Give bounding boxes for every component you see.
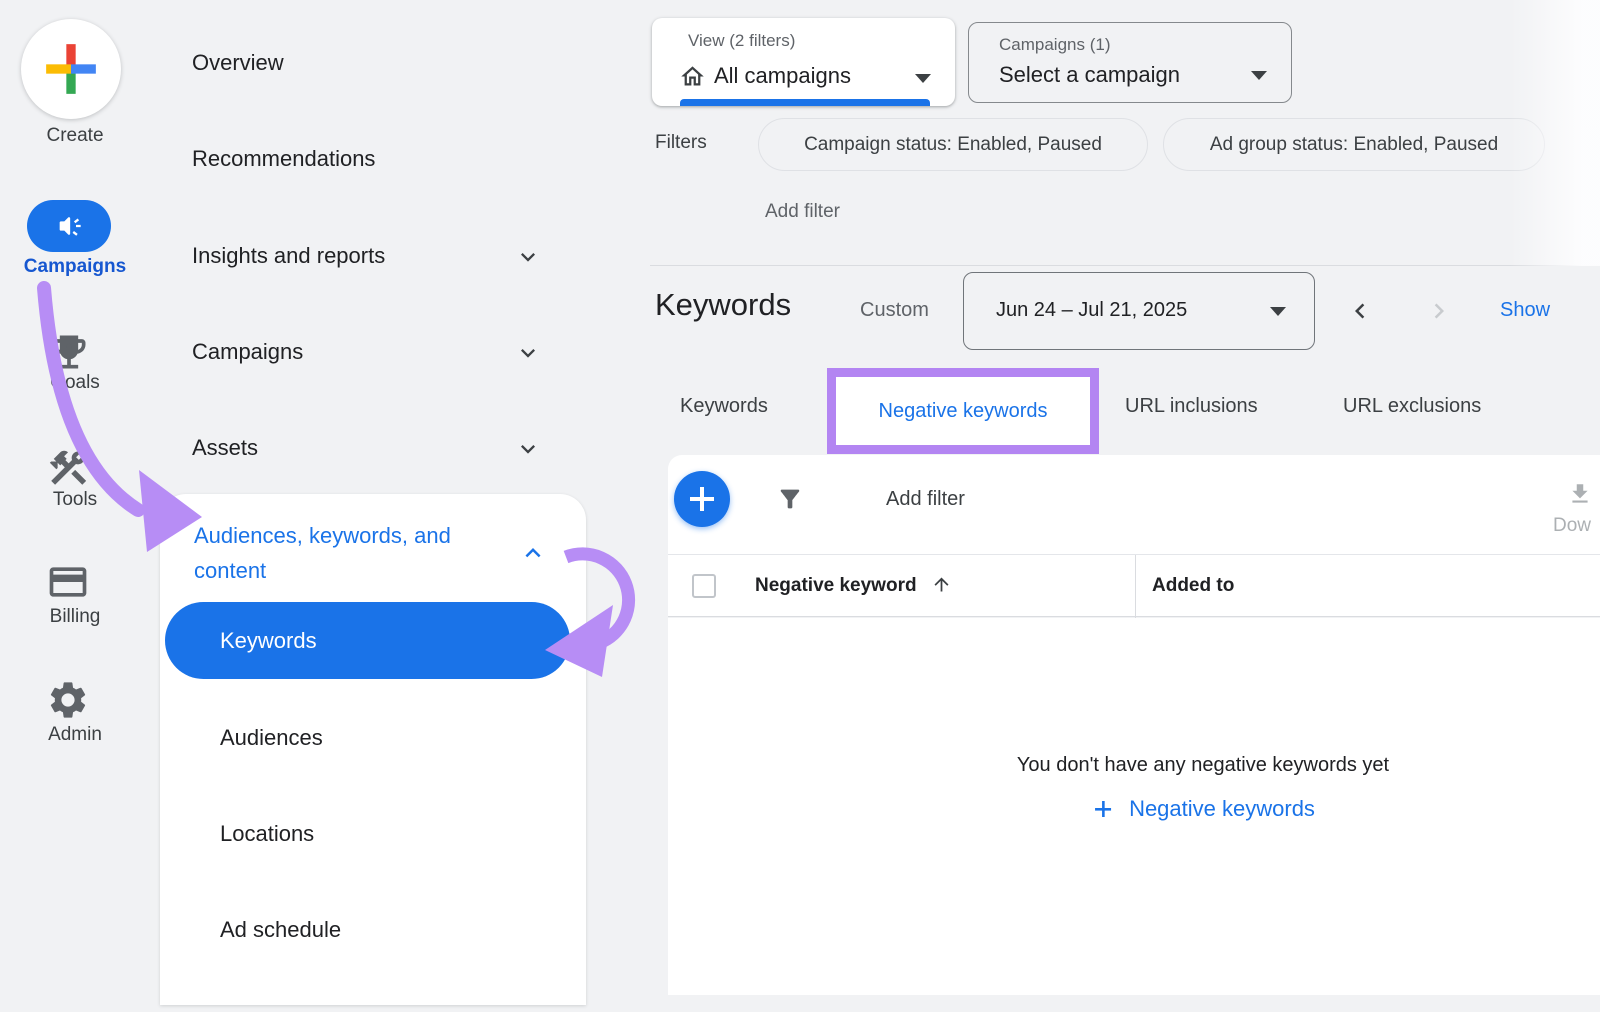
nav-item-audiences[interactable]: Audiences: [220, 725, 323, 751]
trophy-icon[interactable]: [47, 330, 91, 374]
nav-item-recommendations[interactable]: Recommendations: [192, 146, 375, 172]
date-preset-label: Custom: [860, 299, 929, 322]
dropdown-caret-icon: [1270, 307, 1286, 316]
view-picker-value: All campaigns: [714, 63, 851, 89]
view-picker-label: View (2 filters): [688, 31, 795, 51]
previous-period-button[interactable]: [1345, 296, 1375, 326]
campaign-picker-label: Campaigns (1): [999, 35, 1111, 55]
chevron-down-icon[interactable]: [514, 435, 542, 463]
google-plus-icon: [42, 40, 100, 98]
gear-icon[interactable]: [46, 678, 90, 722]
select-all-checkbox[interactable]: [692, 574, 716, 598]
filter-chip-ad-group-status[interactable]: Ad group status: Enabled, Paused: [1163, 118, 1545, 171]
show-link[interactable]: Show: [1500, 299, 1550, 322]
nav-item-keywords-selected[interactable]: Keywords: [165, 602, 570, 679]
tab-url-exclusions[interactable]: URL exclusions: [1343, 395, 1481, 418]
chevron-down-icon[interactable]: [514, 243, 542, 271]
empty-state-action-label: Negative keywords: [1129, 796, 1315, 822]
section-divider: [650, 265, 1600, 266]
add-filter-button[interactable]: Add filter: [886, 488, 965, 511]
download-icon: [1553, 481, 1593, 507]
download-button[interactable]: Dow: [1553, 473, 1593, 537]
home-icon: [679, 63, 706, 90]
rail-label-admin: Admin: [0, 724, 150, 746]
rail-item-campaigns[interactable]: [27, 200, 111, 252]
tab-url-inclusions[interactable]: URL inclusions: [1125, 395, 1258, 418]
expanded-nav-group: Audiences, keywords, and content Keyword…: [160, 494, 586, 1005]
campaign-picker-value: Select a campaign: [999, 62, 1180, 88]
nav-item-label: Keywords: [220, 628, 317, 654]
annotation-highlight-box: Negative keywords: [827, 368, 1099, 454]
create-button[interactable]: [21, 19, 121, 119]
rail-label-billing: Billing: [0, 606, 150, 628]
rail-label-campaigns: Campaigns: [0, 256, 150, 278]
page-title: Keywords: [655, 287, 791, 323]
nav-item-insights-reports[interactable]: Insights and reports: [192, 243, 385, 269]
table-body: You don't have any negative keywords yet…: [668, 618, 1600, 995]
add-filter-link[interactable]: Add filter: [765, 201, 840, 223]
filter-icon[interactable]: [776, 485, 804, 513]
chevron-down-icon[interactable]: [514, 339, 542, 367]
icon-rail: Create Campaigns Goals Tools Billing Adm…: [0, 0, 150, 1012]
chevron-up-icon[interactable]: [518, 538, 548, 568]
tab-negative-keywords[interactable]: Negative keywords: [836, 377, 1090, 445]
rail-label-create: Create: [0, 125, 150, 147]
filter-chip-campaign-status[interactable]: Campaign status: Enabled, Paused: [758, 118, 1148, 171]
table-toolbar: Add filter Dow: [668, 455, 1600, 554]
nav-item-assets[interactable]: Assets: [192, 435, 258, 461]
dropdown-caret-icon: [1251, 71, 1267, 80]
campaign-picker[interactable]: Campaigns (1) Select a campaign: [968, 22, 1292, 103]
date-range-value: Jun 24 – Jul 21, 2025: [996, 299, 1187, 322]
table-header: Negative keyword Added to: [668, 554, 1600, 617]
credit-card-icon[interactable]: [46, 560, 90, 604]
rail-label-goals: Goals: [0, 372, 150, 394]
next-period-button[interactable]: [1424, 296, 1454, 326]
nav-item-locations[interactable]: Locations: [220, 821, 314, 847]
nav-item-audiences-keywords-content[interactable]: Audiences, keywords, and content: [194, 518, 494, 588]
nav-item-campaigns[interactable]: Campaigns: [192, 339, 303, 365]
rail-label-tools: Tools: [0, 489, 150, 511]
tab-keywords[interactable]: Keywords: [680, 395, 768, 418]
plus-icon: [687, 484, 717, 514]
download-label: Dow: [1553, 515, 1593, 537]
add-negative-keywords-link[interactable]: Negative keywords: [1091, 796, 1315, 822]
tools-icon[interactable]: [46, 446, 90, 490]
sort-ascending-icon[interactable]: [931, 574, 952, 595]
nav-item-ad-schedule[interactable]: Ad schedule: [220, 917, 341, 943]
column-header-negative-keyword[interactable]: Negative keyword: [755, 575, 917, 597]
add-negative-keyword-button[interactable]: [674, 471, 730, 527]
megaphone-icon: [55, 212, 83, 240]
dropdown-caret-icon: [915, 74, 931, 83]
nav-item-overview[interactable]: Overview: [192, 50, 284, 76]
active-view-underline: [680, 99, 930, 106]
empty-state-message: You don't have any negative keywords yet: [1017, 754, 1389, 777]
date-range-picker[interactable]: Jun 24 – Jul 21, 2025: [963, 272, 1315, 350]
view-picker[interactable]: View (2 filters) All campaigns: [652, 18, 955, 106]
plus-icon: [1091, 797, 1115, 821]
column-header-added-to[interactable]: Added to: [1152, 575, 1234, 597]
column-divider: [1135, 555, 1136, 618]
filters-label: Filters: [655, 132, 707, 154]
